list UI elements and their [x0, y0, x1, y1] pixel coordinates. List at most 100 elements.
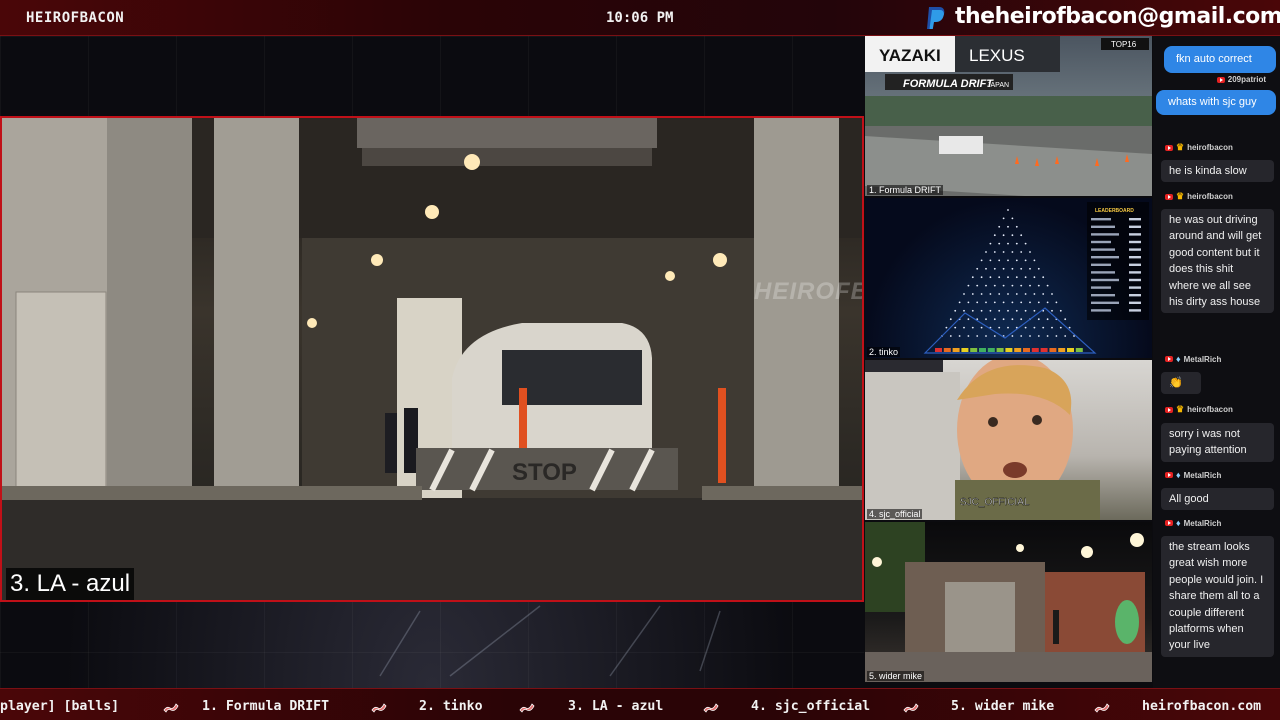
- tile-label: 5. wider mike: [867, 671, 925, 681]
- chat-meta: ♛ heirofbacon: [1165, 191, 1233, 202]
- leaderboard-score: [1129, 309, 1141, 312]
- plinko-peg: [1059, 309, 1062, 312]
- plinko-peg: [1037, 284, 1040, 287]
- plinko-peg: [1002, 217, 1005, 220]
- leaderboard-score: [1129, 233, 1141, 236]
- youtube-icon: [1165, 144, 1173, 151]
- chat-text: he was out driving around and will get g…: [1169, 214, 1262, 309]
- main-video-feed[interactable]: STOP HEIROFBACON 3. LA - azul: [0, 116, 864, 602]
- plinko-peg: [998, 242, 1001, 245]
- chat-meta: 209patriot: [1216, 75, 1266, 84]
- plinko-peg: [1011, 251, 1014, 253]
- tile-label: 4. sjc_official: [867, 509, 923, 519]
- plinko-peg: [1064, 318, 1067, 321]
- plinko-peg: [980, 309, 983, 312]
- leaderboard-row: [1091, 271, 1115, 274]
- plinko-peg: [1015, 309, 1018, 312]
- chat-text: he is kinda slow: [1169, 165, 1247, 177]
- leaderboard-row: [1091, 248, 1115, 251]
- plinko-peg: [1002, 284, 1005, 287]
- feed-tile-tinko[interactable]: LEADERBOARD 2. tinko: [865, 198, 1152, 358]
- leaderboard-score: [1129, 225, 1141, 228]
- plinko-peg: [1033, 259, 1036, 262]
- chat-username: 209patriot: [1227, 75, 1266, 84]
- chat-text: All good: [1169, 493, 1209, 505]
- leaderboard-row: [1091, 218, 1111, 221]
- plinko-peg: [949, 318, 952, 321]
- plinko-peg: [967, 301, 970, 304]
- leaderboard-row: [1091, 286, 1111, 289]
- plinko-bin: [987, 348, 995, 352]
- feed-tile-wider-mike[interactable]: 5. wider mike: [865, 522, 1152, 682]
- plinko-peg: [1037, 267, 1040, 270]
- plinko-peg: [1015, 259, 1018, 262]
- leaderboard-score: [1129, 256, 1141, 259]
- plinko-peg: [1007, 293, 1009, 295]
- leaderboard-row: [1091, 240, 1111, 244]
- plinko-peg: [1055, 301, 1058, 304]
- plinko-peg: [998, 293, 1001, 295]
- plinko-peg: [993, 301, 996, 304]
- plinko-peg: [1011, 267, 1014, 270]
- plinko-peg: [1007, 242, 1009, 245]
- plinko-peg: [998, 225, 1001, 228]
- plinko-peg: [1051, 293, 1053, 295]
- clock: 10:06 PM: [606, 10, 674, 26]
- leaderboard-row: [1091, 278, 1119, 282]
- plinko-peg: [958, 301, 961, 304]
- chat-meta: ♛ heirofbacon: [1165, 404, 1233, 415]
- clap-emoji: 👏: [1169, 377, 1183, 389]
- plinko-peg: [1068, 326, 1071, 329]
- plinko-peg: [1024, 293, 1027, 295]
- chat-text: fkn auto correct: [1176, 53, 1252, 65]
- plinko-peg: [1015, 242, 1018, 245]
- drift-scene: YAZAKI LEXUS FORMULA DRIFT JAPAN TOP16: [865, 36, 1152, 196]
- plinko-peg: [1064, 335, 1067, 337]
- chat-username: heirofbacon: [1187, 143, 1233, 152]
- ticker-item: player] [balls]: [0, 699, 120, 714]
- plinko-peg: [1002, 267, 1005, 270]
- banner-sub: JAPAN: [987, 82, 1009, 89]
- chat-username: MetalRich: [1183, 470, 1222, 480]
- plinko-peg: [1024, 276, 1027, 279]
- plinko-peg: [971, 276, 974, 279]
- ticker-item: 5. wider mike: [951, 699, 1055, 714]
- plinko-peg: [1002, 301, 1005, 304]
- feed-tile-formula-drift[interactable]: YAZAKI LEXUS FORMULA DRIFT JAPAN TOP16 1…: [865, 36, 1152, 196]
- plinko-peg: [989, 276, 992, 279]
- ticker-item: 3. LA - azul: [568, 699, 664, 714]
- tile-label: 1. Formula DRIFT: [867, 185, 944, 195]
- leaderboard-row: [1091, 233, 1119, 236]
- plinko-peg: [1011, 234, 1014, 237]
- plinko-peg: [993, 318, 996, 321]
- plinko-peg: [1046, 335, 1049, 337]
- plinko-bin: [979, 348, 986, 352]
- plinko-peg: [1020, 335, 1023, 337]
- plinko-peg: [971, 326, 974, 329]
- plinko-peg: [989, 309, 992, 312]
- youtube-icon: [1165, 472, 1173, 478]
- plinko-peg: [967, 318, 970, 321]
- bacon-icon: [1094, 703, 1110, 713]
- plinko-peg: [1029, 335, 1031, 337]
- leaderboard-score: [1129, 263, 1141, 266]
- youtube-icon: [1165, 193, 1173, 200]
- plinko-peg: [1020, 301, 1023, 304]
- chat-meta: ♦ MetalRich: [1165, 470, 1221, 480]
- tile-label: 2. tinko: [867, 347, 901, 357]
- plinko-peg: [985, 301, 987, 304]
- plinko-peg: [1015, 276, 1018, 279]
- chat-message: sorry i was not paying attention: [1161, 423, 1274, 462]
- leaderboard-row: [1091, 301, 1119, 304]
- plinko-peg: [980, 293, 983, 295]
- leaderboard-row: [1091, 225, 1115, 228]
- plinko-peg: [1020, 284, 1023, 287]
- ticker-item: 4. sjc_official: [751, 699, 871, 714]
- feed-tile-sjc-official[interactable]: SJC_OFFICIAL 4. sjc_official: [865, 360, 1152, 520]
- plinko-peg: [1029, 301, 1031, 304]
- leaderboard-score: [1129, 218, 1141, 221]
- plinko-bin: [935, 348, 942, 352]
- plinko-peg: [1055, 335, 1058, 337]
- plinko-peg: [1015, 225, 1018, 228]
- plinko-peg: [963, 309, 965, 312]
